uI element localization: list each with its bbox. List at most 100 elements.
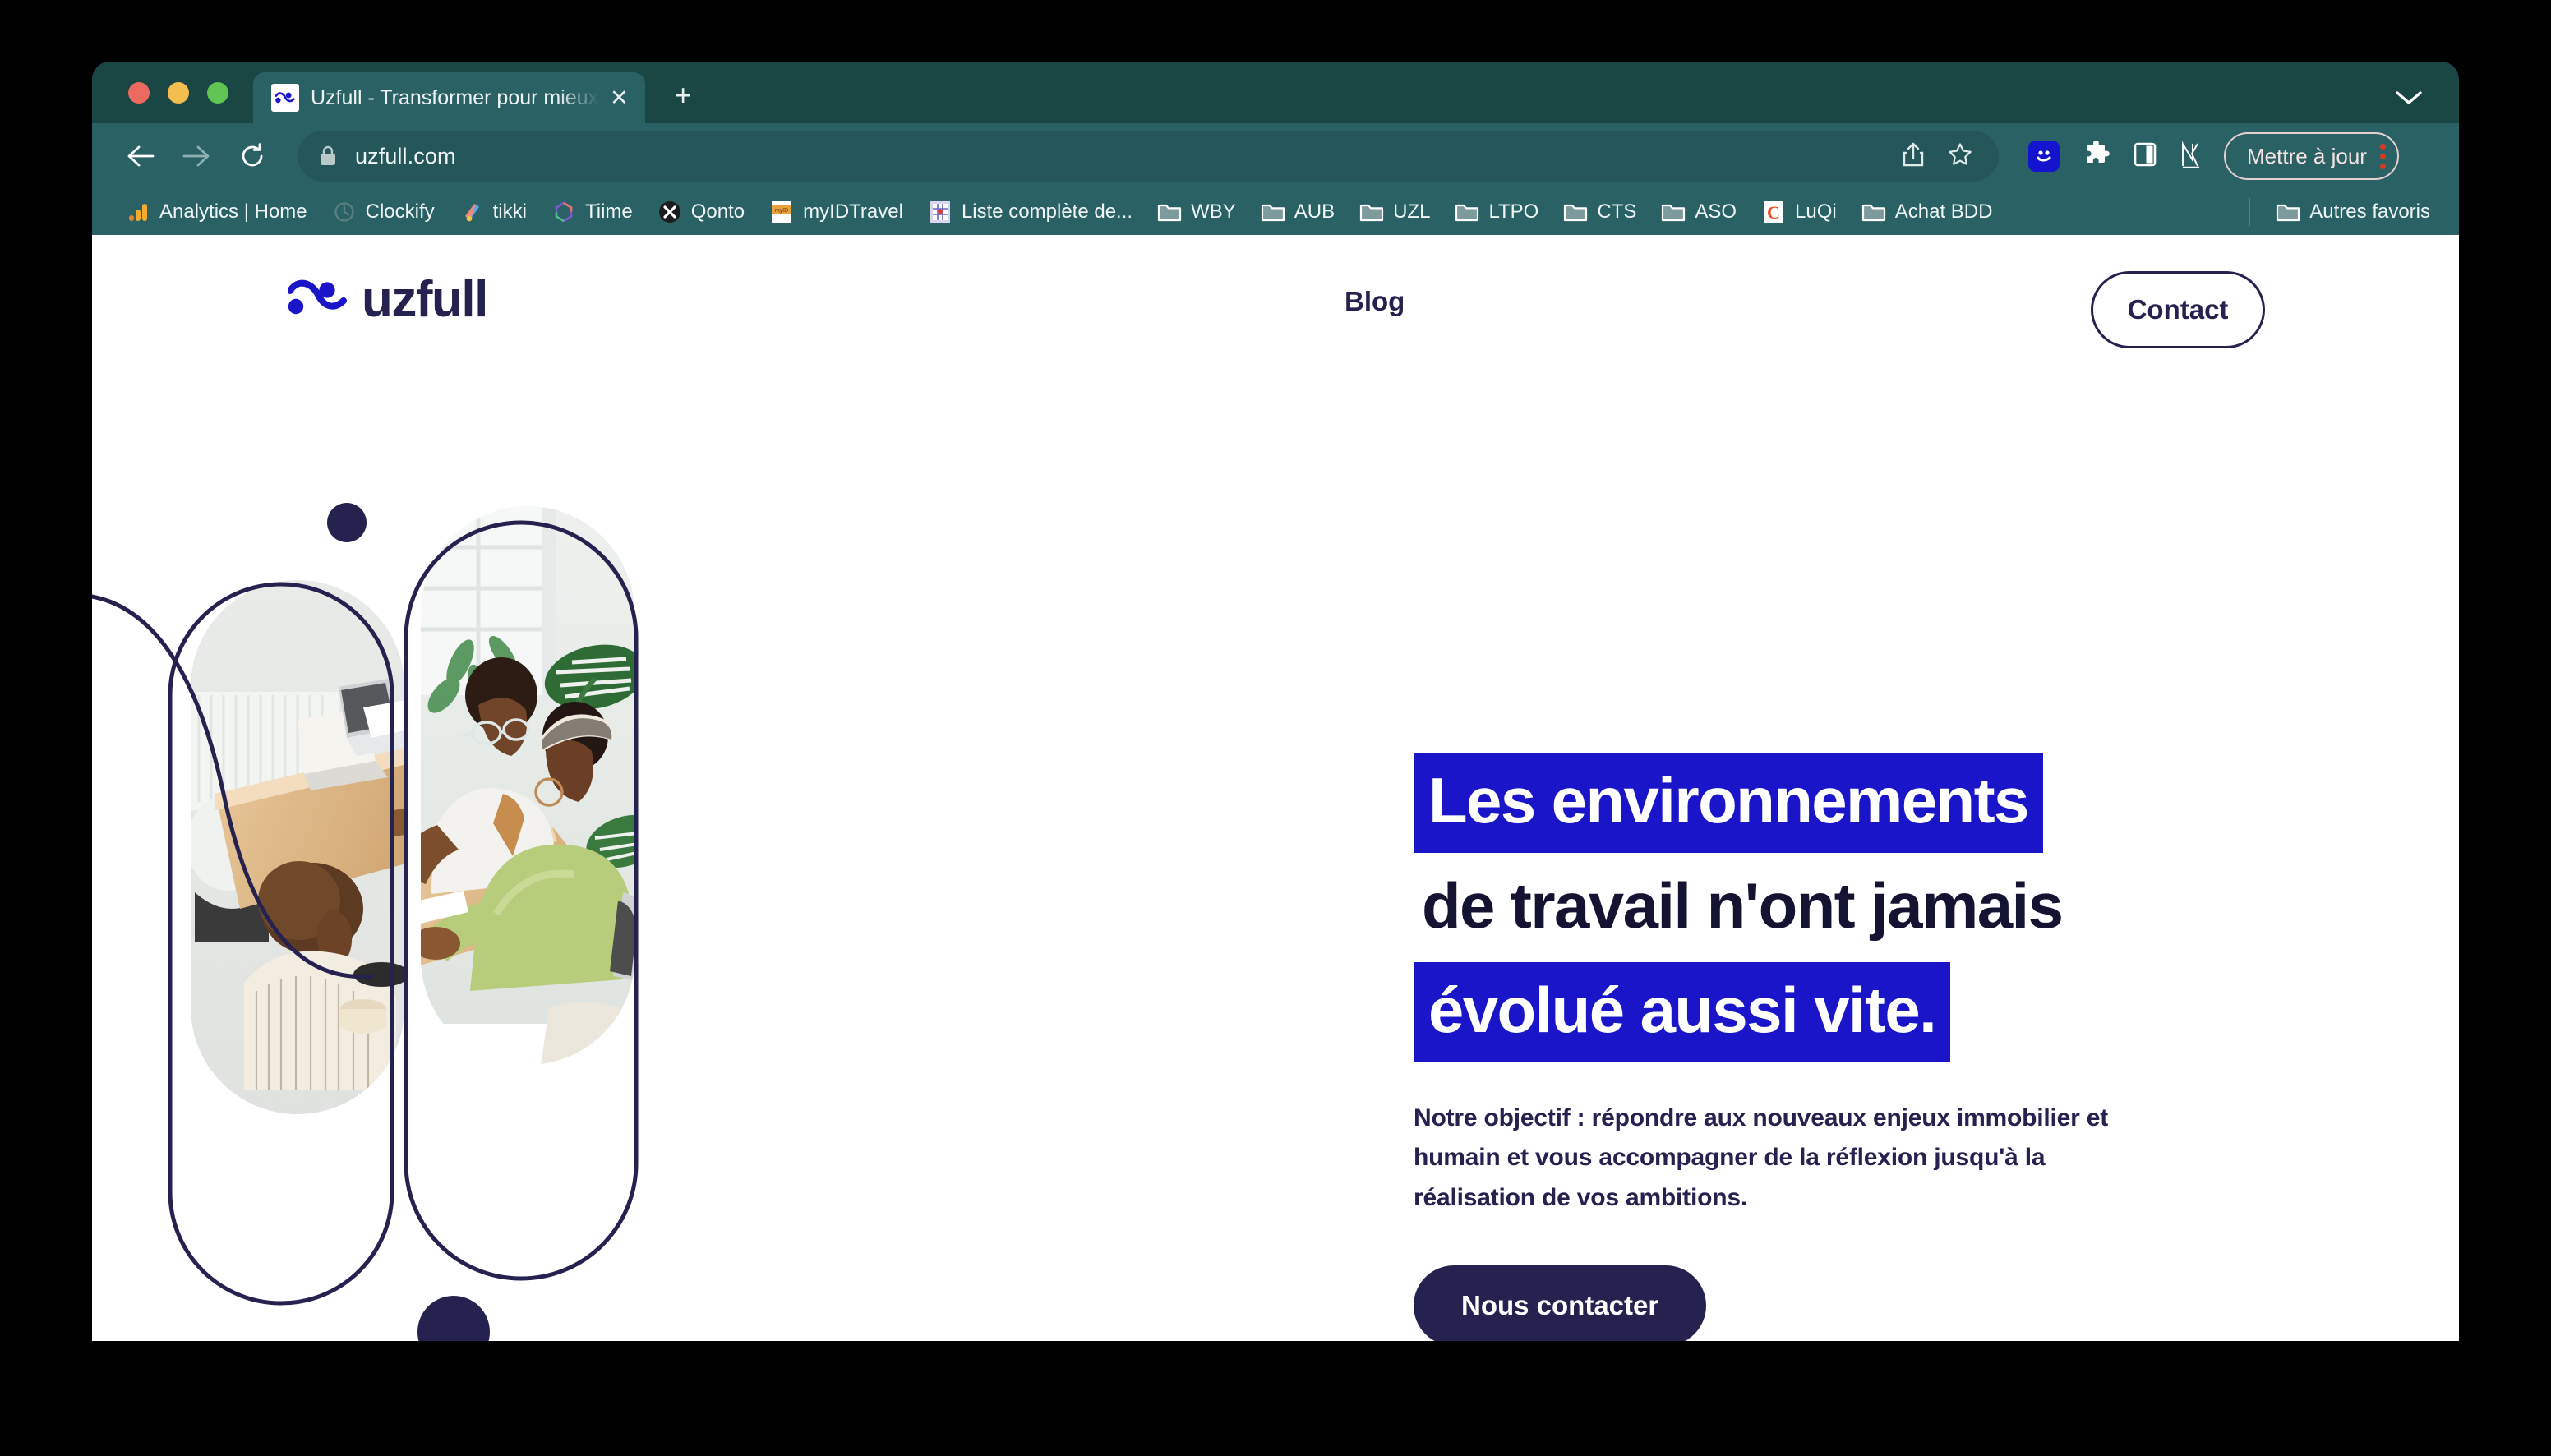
- tiime-icon: [551, 200, 576, 224]
- uzfull-wave-mark: [287, 279, 347, 321]
- nk-extension-icon[interactable]: [2180, 141, 2204, 173]
- hero-headline: Les environnements de travail n'ont jama…: [1414, 753, 2383, 1062]
- svg-text:myID: myID: [775, 208, 788, 214]
- bookmarks-divider: [2249, 198, 2251, 226]
- bookmark-label: WBY: [1191, 200, 1236, 223]
- folder-icon: [1455, 200, 1479, 224]
- folder-icon: [1861, 200, 1886, 224]
- browser-window: Uzfull - Transformer pour mieux ✕ + uzfu…: [92, 62, 2459, 1341]
- update-button[interactable]: Mettre à jour: [2224, 132, 2399, 180]
- window-traffic-lights: [92, 82, 228, 123]
- decorative-dot: [327, 503, 367, 542]
- tikki-icon: [459, 200, 484, 224]
- maximize-window-button[interactable]: [207, 82, 228, 104]
- clockify-icon: [332, 200, 357, 224]
- bookmark-label: Achat BDD: [1894, 200, 1993, 223]
- bookmark-tikki[interactable]: tikki: [447, 194, 539, 230]
- folder-icon: [1563, 200, 1588, 224]
- site-logo[interactable]: uzfull: [287, 271, 488, 328]
- kebab-menu-icon[interactable]: [2379, 143, 2386, 169]
- luqi-icon: C: [1761, 200, 1786, 224]
- bookmark-label: tikki: [492, 200, 527, 223]
- folder-icon: [1261, 200, 1285, 224]
- folder-icon: [2276, 200, 2300, 224]
- extensions-area: [2028, 140, 2204, 173]
- headline-line-2: de travail n'ont jamais: [1422, 869, 2064, 942]
- forward-button[interactable]: [171, 131, 222, 182]
- nav-item-blog[interactable]: Blog: [1345, 286, 1405, 317]
- bookmark-folder-ltpo[interactable]: LTPO: [1442, 194, 1551, 230]
- myidtravel-icon: myID: [769, 200, 794, 224]
- uzfull-favicon: [271, 84, 299, 112]
- bookmark-folder-uzl[interactable]: UZL: [1347, 194, 1442, 230]
- bookmark-folder-wby[interactable]: WBY: [1145, 194, 1248, 230]
- bookmark-myidtravel[interactable]: myID myIDTravel: [757, 194, 916, 230]
- logo-wordmark: uzfull: [362, 271, 488, 328]
- nous-contacter-button[interactable]: Nous contacter: [1414, 1265, 1707, 1341]
- address-bar[interactable]: uzfull.com: [298, 131, 1999, 182]
- bookmark-liste-complete[interactable]: Liste complète de...: [916, 194, 1145, 230]
- bookmark-label: Qonto: [690, 200, 745, 223]
- reload-button[interactable]: [227, 131, 278, 182]
- hero-art-svg: [92, 503, 639, 1341]
- smiley-extension-icon[interactable]: [2028, 141, 2060, 172]
- bookmark-label: Analytics | Home: [159, 200, 307, 223]
- url-text: uzfull.com: [355, 143, 456, 168]
- bookmark-luqi[interactable]: C LuQi: [1749, 194, 1849, 230]
- headline-row-3: évolué aussi vite.: [1414, 962, 2383, 1062]
- qonto-icon: [657, 200, 682, 224]
- bookmark-qonto[interactable]: Qonto: [645, 194, 757, 230]
- browser-tab[interactable]: Uzfull - Transformer pour mieux ✕: [253, 72, 645, 123]
- new-tab-button[interactable]: +: [675, 81, 692, 110]
- minimize-window-button[interactable]: [168, 82, 189, 104]
- hero-lede: Notre objectif : répondre aux nouveaux e…: [1414, 1104, 2109, 1211]
- bookmark-folder-aub[interactable]: AUB: [1248, 194, 1347, 230]
- lock-icon: [316, 144, 340, 168]
- headline-line-1: Les environnements: [1414, 753, 2043, 853]
- bookmark-label: myIDTravel: [803, 200, 903, 223]
- side-panel-icon[interactable]: [2134, 142, 2157, 171]
- hero-copy: Les environnements de travail n'ont jama…: [1414, 753, 2383, 1341]
- share-icon[interactable]: [1902, 141, 1925, 172]
- bookmark-analytics[interactable]: Analytics | Home: [113, 194, 320, 230]
- bookmark-clockify[interactable]: Clockify: [320, 194, 447, 230]
- contact-button[interactable]: Contact: [2091, 271, 2265, 348]
- folder-icon: [1157, 200, 1182, 224]
- bookmark-label: AUB: [1294, 200, 1335, 223]
- bookmark-tiime[interactable]: Tiime: [539, 194, 645, 230]
- bookmark-label: Liste complète de...: [961, 200, 1133, 223]
- svg-text:C: C: [1767, 202, 1780, 223]
- browser-toolbar: uzfull.com Mettre à jour: [92, 123, 2459, 189]
- bookmark-folder-aso[interactable]: ASO: [1649, 194, 1749, 230]
- folder-icon: [1359, 200, 1384, 224]
- spreadsheet-icon: [928, 200, 953, 224]
- decorative-dot-bottom: [417, 1296, 490, 1341]
- puzzle-extension-icon[interactable]: [2083, 140, 2110, 173]
- close-window-button[interactable]: [128, 82, 150, 104]
- update-label: Mettre à jour: [2247, 143, 2367, 168]
- bookmark-folder-achat-bdd[interactable]: Achat BDD: [1849, 194, 2005, 230]
- bookmark-folder-cts[interactable]: CTS: [1551, 194, 1649, 230]
- bookmark-label: Autres favoris: [2309, 200, 2430, 223]
- close-tab-button[interactable]: ✕: [610, 86, 629, 109]
- back-button[interactable]: [115, 131, 166, 182]
- bookmark-label: LuQi: [1795, 200, 1837, 223]
- tab-title: Uzfull - Transformer pour mieux: [311, 85, 598, 109]
- headline-row-1: Les environnements: [1414, 753, 2383, 853]
- headline-line-3: évolué aussi vite.: [1414, 962, 1951, 1062]
- chevron-down-icon[interactable]: [2395, 90, 2423, 110]
- bookmark-label: Tiime: [584, 200, 633, 223]
- bookmark-label: UZL: [1393, 200, 1431, 223]
- site-header: uzfull Blog Contact: [92, 235, 2459, 348]
- bookmark-other-favorites[interactable]: Autres favoris: [2263, 194, 2443, 230]
- bookmark-label: CTS: [1597, 200, 1637, 223]
- bookmark-label: Clockify: [365, 200, 435, 223]
- bookmarks-bar: Analytics | Home Clockify tikki Tiime Qo…: [92, 189, 2459, 235]
- folder-icon: [1661, 200, 1686, 224]
- hero-photo-right: [421, 506, 634, 1065]
- page-viewport: uzfull Blog Contact Les environnements d…: [92, 235, 2459, 1341]
- hero-artwork: [92, 334, 1341, 1341]
- bookmark-label: ASO: [1695, 200, 1737, 223]
- bookmark-star-icon[interactable]: [1948, 142, 1972, 171]
- tab-strip: Uzfull - Transformer pour mieux ✕ +: [92, 62, 2459, 123]
